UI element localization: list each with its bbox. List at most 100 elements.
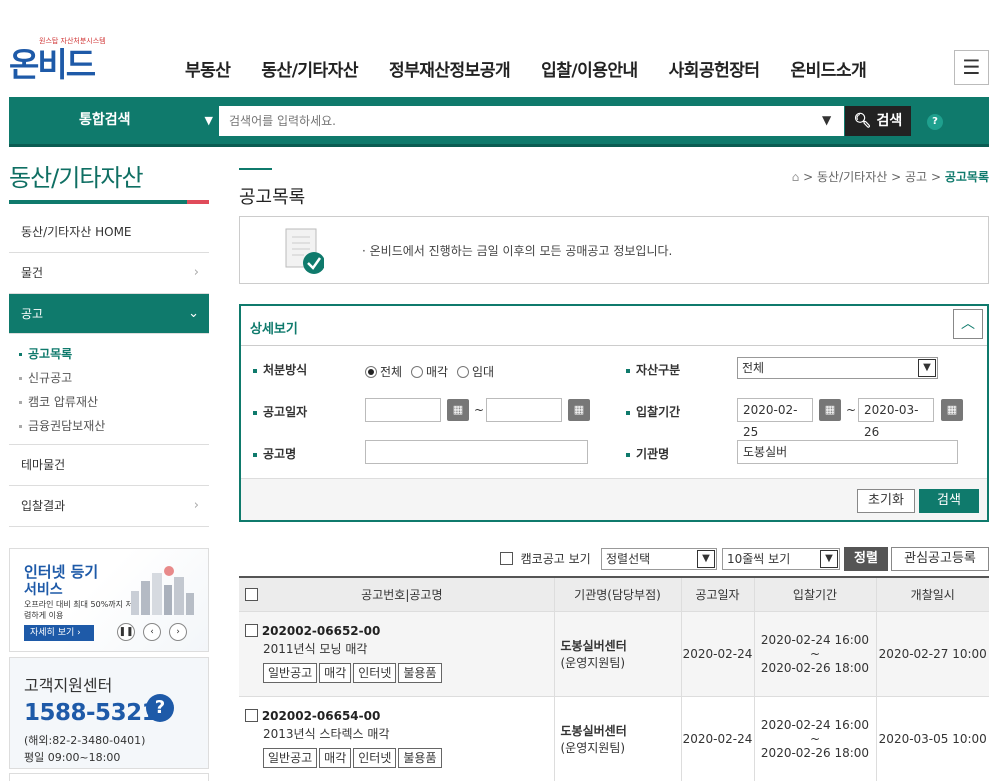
- notice-name[interactable]: 2011년식 모닝 매각: [245, 640, 554, 657]
- nav-gov-property-info[interactable]: 정부재산정보공개: [389, 56, 511, 81]
- tag-badge: 매각: [319, 663, 352, 683]
- search-dropdown-arrow-icon[interactable]: ▼: [822, 113, 831, 127]
- next-banner: [9, 773, 209, 781]
- sidebar-title-underline: [9, 200, 209, 204]
- chevron-right-icon[interactable]: ›: [169, 623, 187, 641]
- customer-center-title: 고객지원센터: [24, 676, 113, 695]
- submenu-kamco-seized[interactable]: 캠코 압류재산: [19, 390, 209, 414]
- bid-period-cell: 2020-02-24 16:00 ~ 2020-02-26 18:00: [753, 696, 876, 781]
- calendar-icon[interactable]: ▦: [819, 399, 841, 421]
- sort-select[interactable]: 정렬선택 ▼: [601, 548, 717, 570]
- dropdown-arrow-icon: ▼: [697, 550, 715, 568]
- add-favorite-notice-button[interactable]: 관심공고등록: [891, 547, 989, 571]
- label-asset-type: 자산구분: [626, 361, 680, 378]
- agency-cell: 도봉실버센터 (운영지원팀): [553, 611, 681, 697]
- hamburger-icon[interactable]: ☰: [954, 50, 989, 85]
- sidebar-item-bid-results[interactable]: 입찰결과 ›: [9, 486, 209, 527]
- detail-footer: 초기화 검색: [241, 478, 987, 520]
- detail-title: 상세보기: [250, 322, 298, 337]
- notice-name-field[interactable]: [365, 440, 588, 464]
- kamco-checkbox[interactable]: [500, 552, 513, 565]
- nav-real-estate[interactable]: 부동산: [185, 56, 231, 81]
- breadcrumb-movable[interactable]: 동산/기타자산: [817, 170, 887, 184]
- sort-button[interactable]: 정렬: [844, 547, 888, 571]
- nav-social-market[interactable]: 사회공헌장터: [669, 56, 760, 81]
- bid-date-from[interactable]: 2020-02-25: [737, 398, 813, 439]
- sidebar-item-label: 테마물건: [21, 458, 66, 472]
- open-date-cell: 2020-02-27 10:00: [875, 611, 989, 697]
- calendar-icon[interactable]: ▦: [568, 399, 590, 421]
- registry-banner[interactable]: 인터넷 등기 서비스 오프라인 대비 최대 50%까지 저렴하게 이용 자세히 …: [9, 548, 209, 652]
- sidebar-item-label: 입찰결과: [21, 499, 66, 513]
- search-button[interactable]: 🔍︎ 검색: [845, 106, 911, 136]
- sidebar-title: 동산/기타자산: [9, 164, 144, 192]
- customer-center-phone: 1588-5321: [24, 700, 158, 726]
- help-icon[interactable]: ?: [927, 114, 943, 130]
- table-row[interactable]: 202002-06654-00 2013년식 스타렉스 매각 일반공고 매각 인터넷…: [239, 696, 989, 781]
- sidebar-item-goods[interactable]: 물건 ›: [9, 253, 209, 294]
- home-icon[interactable]: ⌂: [792, 170, 800, 184]
- table-row[interactable]: 202002-06652-00 2011년식 모닝 매각 일반공고 매각 인터넷 불용…: [239, 611, 989, 697]
- search-category-select[interactable]: 통합검색 ▼: [9, 97, 219, 144]
- sidebar-item-label: 동산/기타자산 HOME: [21, 225, 132, 239]
- banner-more-button[interactable]: 자세히 보기 ›: [24, 625, 94, 641]
- notice-date-to[interactable]: [486, 398, 562, 422]
- magnifier-icon: 🔍︎: [853, 113, 872, 129]
- select-all-checkbox[interactable]: [245, 587, 258, 601]
- notice-number[interactable]: 202002-06652-00: [262, 624, 381, 638]
- detail-header: 상세보기 ︿: [241, 306, 987, 346]
- sidebar-item-label: 물건: [21, 266, 44, 280]
- pause-icon[interactable]: ❚❚: [117, 623, 135, 641]
- bid-period-cell: 2020-02-24 16:00 ~ 2020-02-26 18:00: [753, 611, 876, 697]
- kamco-notice-toggle[interactable]: 캠코공고 보기: [500, 550, 591, 567]
- dropdown-arrow-icon: ▼: [204, 114, 213, 127]
- tag-badge: 일반공고: [263, 748, 318, 768]
- sidebar-item-label: 공고: [21, 307, 44, 321]
- tag-badge: 인터넷: [353, 748, 397, 768]
- submenu-notice-list[interactable]: 공고목록: [19, 342, 209, 366]
- chevron-down-icon: ⌄: [188, 306, 199, 321]
- detail-search-panel: 상세보기 ︿ 처분방식 전체 매각 임대 자산구분 전체 ▼ 공고일자 ▦ ~ …: [239, 304, 989, 522]
- calendar-icon[interactable]: ▦: [447, 399, 469, 421]
- search-input[interactable]: [219, 106, 844, 136]
- breadcrumb-notice[interactable]: 공고: [905, 170, 927, 184]
- tag-badge: 불용품: [398, 663, 442, 683]
- customer-center-hours: 평일 09:00~18:00: [24, 751, 121, 764]
- submenu-financial-collateral[interactable]: 금융권담보재산: [19, 414, 209, 438]
- header-bid-period: 입찰기간: [753, 577, 876, 612]
- nav-bid-guide[interactable]: 입찰/이용안내: [541, 56, 638, 81]
- asset-type-select[interactable]: 전체 ▼: [737, 357, 938, 379]
- banner-title-line2: 서비스: [24, 582, 63, 598]
- sidebar-item-home[interactable]: 동산/기타자산 HOME: [9, 212, 209, 253]
- reset-button[interactable]: 초기화: [857, 489, 915, 513]
- sidebar-item-theme[interactable]: 테마물건: [9, 445, 209, 486]
- tag-badge: 일반공고: [263, 663, 318, 683]
- notice-number[interactable]: 202002-06654-00: [262, 709, 381, 723]
- nav-about[interactable]: 온비드소개: [791, 56, 867, 81]
- sidebar-nav: 동산/기타자산 HOME 물건 › 공고 ⌄ 공고목록 신규공고 캠코 압류재산 금…: [9, 212, 209, 527]
- notice-name[interactable]: 2013년식 스타렉스 매각: [245, 725, 554, 742]
- page-title: 공고목록: [239, 187, 306, 208]
- radio-method-lease[interactable]: 임대: [457, 363, 494, 380]
- notice-date-from[interactable]: [365, 398, 441, 422]
- radio-method-all[interactable]: 전체: [365, 363, 402, 380]
- radio-method-sale[interactable]: 매각: [411, 363, 448, 380]
- submenu-new-notice[interactable]: 신규공고: [19, 366, 209, 390]
- onbid-logo[interactable]: 원스탑 자산처분시스템 온비드: [9, 36, 109, 84]
- detail-search-button[interactable]: 검색: [919, 489, 979, 513]
- customer-center-banner: 고객지원센터 1588-5321 ? (해외:82-2-3480-0401) 평…: [9, 657, 209, 769]
- nav-movable-assets[interactable]: 동산/기타자산: [261, 56, 358, 81]
- agency-field[interactable]: 도봉실버: [737, 440, 958, 464]
- search-bar: 통합검색 ▼ ▼ 🔍︎ 검색 ?: [9, 97, 989, 147]
- underline-accent: [187, 200, 209, 204]
- row-checkbox[interactable]: [245, 624, 258, 637]
- rows-per-page-select[interactable]: 10줄씩 보기 ▼: [722, 548, 840, 570]
- sidebar-item-notice[interactable]: 공고 ⌄: [9, 294, 209, 334]
- collapse-chevron-up-icon[interactable]: ︿: [953, 309, 983, 339]
- notice-cell: 202002-06654-00 2013년식 스타렉스 매각 일반공고 매각 인터넷…: [239, 696, 554, 781]
- label-method: 처분방식: [253, 361, 307, 378]
- chevron-left-icon[interactable]: ‹: [143, 623, 161, 641]
- row-checkbox[interactable]: [245, 709, 258, 722]
- bid-date-to[interactable]: 2020-03-26: [858, 398, 934, 439]
- calendar-icon[interactable]: ▦: [941, 399, 963, 421]
